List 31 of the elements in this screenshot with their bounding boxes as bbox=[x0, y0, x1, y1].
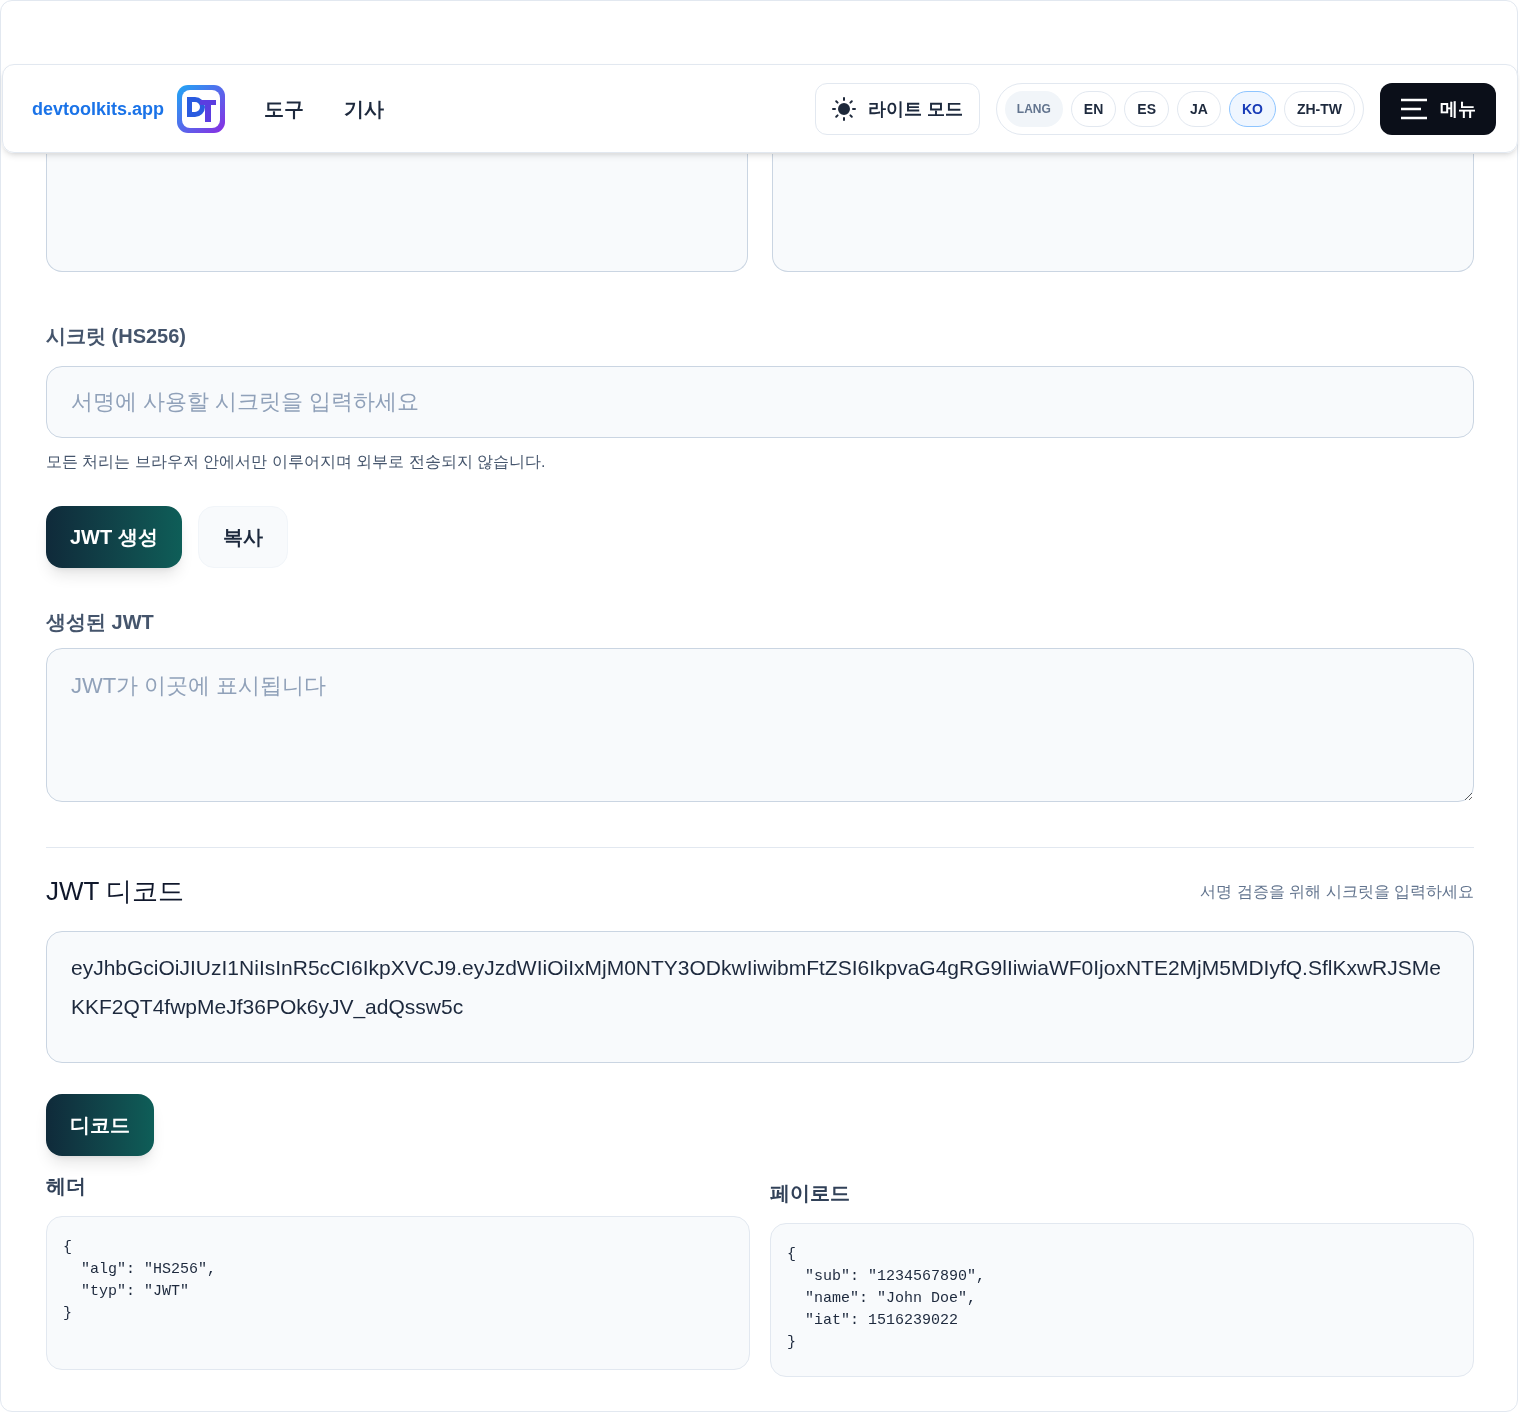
privacy-note: 모든 처리는 브라우저 안에서만 이루어지며 외부로 전송되지 않습니다. bbox=[46, 452, 547, 472]
secret-label: 시크릿 (HS256) bbox=[46, 324, 188, 349]
decode-button[interactable]: 디코드 bbox=[46, 1094, 154, 1156]
menu-button[interactable]: 메뉴 bbox=[1380, 82, 1496, 135]
language-option[interactable]: EN bbox=[1070, 90, 1117, 127]
payload-json-output: { "sub": "1234567890", "name": "John Doe", "iat": 1516239022 } bbox=[770, 1223, 1474, 1377]
brand-link[interactable]: devtoolkits.app bbox=[32, 94, 165, 123]
language-option[interactable]: ES bbox=[1124, 90, 1169, 127]
token-field[interactable]: eyJhbGciOiJIUzI1NiIsInR5cCI6IkpXVCJ9.eyJzdWIiOiIxMjM0NTY3ODkwIiwibmFtZSI6IkpvaG4gRG9lIiwiaWF0IjoxNTE2MjM5MDIyfQ.SflKxwRJSMeKKF2QT4fwpMeJf36POk6yJV_adQssw5c bbox=[46, 931, 1474, 1063]
copy-button[interactable]: 복사 bbox=[197, 506, 288, 568]
logo-icon bbox=[176, 83, 227, 134]
language-option[interactable]: JA bbox=[1177, 90, 1221, 127]
generated-jwt-label: 생성된 JWT bbox=[46, 610, 155, 635]
payload-label: 페이로드 bbox=[770, 1181, 851, 1206]
language-option[interactable]: ZH-TW bbox=[1283, 90, 1355, 127]
payload-json-field[interactable] bbox=[772, 154, 1474, 272]
decode-hint: 서명 검증을 위해 시크릿을 입력하세요 bbox=[1200, 881, 1474, 902]
nav-link[interactable]: 도구 bbox=[264, 94, 305, 123]
menu-icon bbox=[1400, 96, 1428, 121]
generate-button[interactable]: JWT 생성 bbox=[46, 506, 182, 568]
generated-jwt-field[interactable]: JWT가 이곳에 표시됩니다 bbox=[46, 648, 1474, 802]
header-label: 헤더 bbox=[46, 1174, 87, 1199]
theme-toggle-button[interactable]: 라이트 모드 bbox=[814, 82, 980, 135]
sun-icon bbox=[831, 96, 856, 121]
decode-title: JWT 디코드 bbox=[46, 875, 185, 908]
lang-label: LANG bbox=[1004, 90, 1063, 127]
language-option[interactable]: KO bbox=[1228, 90, 1276, 127]
secret-field[interactable]: 서명에 사용할 시크릿을 입력하세요 bbox=[46, 366, 1474, 438]
header-json-field[interactable] bbox=[46, 154, 748, 272]
header-json-output: { "alg": "HS256", "typ": "JWT" } bbox=[46, 1216, 750, 1370]
nav-link[interactable]: 기사 bbox=[344, 94, 385, 123]
